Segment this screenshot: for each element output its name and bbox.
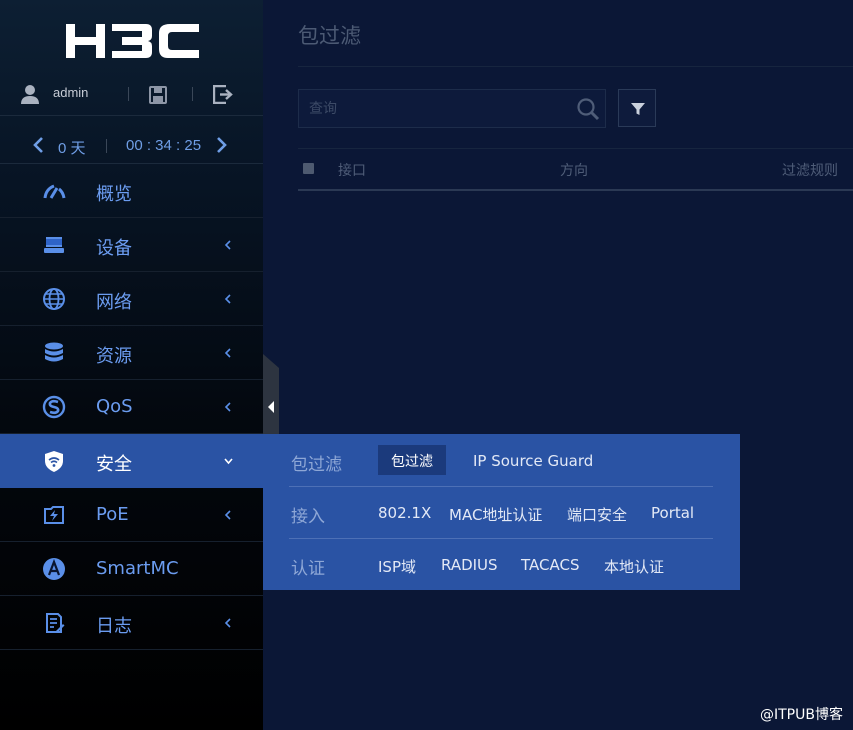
nav-label: SmartMC (96, 558, 179, 579)
search-icon[interactable] (576, 97, 600, 121)
submenu-item-mac-auth[interactable]: MAC地址认证 (449, 504, 542, 525)
database-icon (45, 342, 63, 362)
chevron-left-icon (224, 510, 231, 520)
nav-item-poe[interactable]: PoE (0, 488, 263, 542)
nav-label: 资源 (96, 346, 132, 367)
qos-icon (42, 395, 66, 419)
user-bar: admin (0, 74, 263, 116)
security-submenu: 包过滤 包过滤 IP Source Guard 接入 802.1X MAC地址认… (263, 434, 740, 590)
nav-label: 设备 (96, 238, 132, 259)
nav-label: 概览 (96, 184, 132, 205)
username[interactable]: admin (53, 85, 88, 100)
submenu-item-radius[interactable]: RADIUS (441, 556, 498, 574)
nav-item-device[interactable]: 设备 (0, 218, 263, 272)
device-icon (44, 237, 64, 253)
submenu-category: 接入 (291, 507, 325, 527)
chevron-down-icon (224, 458, 233, 465)
user-icon (21, 85, 39, 104)
shield-wifi-icon (45, 451, 63, 472)
nav-label: 安全 (96, 454, 132, 475)
submenu-category: 包过滤 (291, 455, 342, 475)
chevron-left-icon (224, 618, 231, 628)
column-header-direction[interactable]: 方向 (560, 160, 588, 180)
submenu-group-access: 接入 802.1X MAC地址认证 端口安全 Portal (263, 486, 740, 538)
nav-label: 网络 (96, 292, 132, 313)
log-icon (46, 613, 65, 633)
nav-label: 日志 (96, 616, 132, 637)
submenu-item-packet-filter[interactable]: 包过滤 (378, 445, 446, 475)
globe-icon (43, 288, 65, 310)
nav-item-security[interactable]: 安全 (0, 434, 263, 488)
nav-label: QoS (96, 396, 133, 417)
sidebar: admin 0 天 00 : 34 : 25 概览 设备 网络 资源 QoS 安… (0, 0, 263, 730)
search-box (298, 89, 606, 128)
h3c-logo (66, 24, 199, 58)
select-all-checkbox[interactable] (303, 163, 314, 174)
column-header-interface[interactable]: 接口 (338, 160, 366, 180)
table-header: 接口 方向 过滤规则 (298, 148, 853, 191)
logout-icon[interactable] (213, 85, 233, 104)
submenu-item-port-security[interactable]: 端口安全 (567, 504, 627, 525)
watermark: @ITPUB博客 (760, 707, 843, 723)
submenu-group-packet-filter: 包过滤 包过滤 IP Source Guard (263, 434, 740, 486)
chevron-left-icon[interactable] (32, 137, 44, 153)
poe-icon (44, 506, 64, 524)
divider (298, 66, 853, 67)
submenu-item-portal[interactable]: Portal (651, 504, 694, 522)
nav-item-qos[interactable]: QoS (0, 380, 263, 434)
nav-item-network[interactable]: 网络 (0, 272, 263, 326)
chevron-left-icon (224, 294, 231, 304)
save-icon[interactable] (149, 86, 167, 104)
submenu-item-tacacs[interactable]: TACACS (521, 556, 579, 574)
submenu-item-local-auth[interactable]: 本地认证 (604, 556, 664, 577)
nav-item-smartmc[interactable]: SmartMC (0, 542, 263, 596)
dashboard-gauge-icon (43, 184, 66, 199)
divider (128, 87, 129, 101)
filter-icon (631, 103, 645, 115)
session-timer: 0 天 00 : 34 : 25 (0, 126, 263, 164)
nav-item-overview[interactable]: 概览 (0, 164, 263, 218)
nav-label: PoE (96, 504, 129, 525)
main-content: 包过滤 接口 方向 过滤规则 (263, 0, 853, 730)
search-input[interactable] (299, 90, 569, 127)
page-title: 包过滤 (298, 24, 361, 48)
timer-clock: 00 : 34 : 25 (126, 137, 202, 154)
submenu-item-isp-domain[interactable]: ISP域 (378, 556, 416, 577)
chevron-left-icon (224, 240, 231, 250)
chevron-right-icon[interactable] (216, 137, 228, 153)
divider (106, 139, 107, 153)
nav-item-log[interactable]: 日志 (0, 596, 263, 650)
smartmc-icon (43, 558, 65, 580)
submenu-category: 认证 (291, 559, 325, 579)
submenu-item-dot1x[interactable]: 802.1X (378, 504, 431, 522)
column-header-filter-rule[interactable]: 过滤规则 (782, 160, 838, 180)
timer-days: 0 天 (58, 140, 86, 157)
submenu-item-ip-source-guard[interactable]: IP Source Guard (473, 452, 593, 470)
divider (192, 87, 193, 101)
submenu-group-auth: 认证 ISP域 RADIUS TACACS 本地认证 (263, 538, 740, 590)
chevron-left-icon (224, 402, 231, 412)
chevron-left-icon (224, 348, 231, 358)
filter-button[interactable] (618, 89, 656, 127)
main-nav: 概览 设备 网络 资源 QoS 安全 PoE SmartMC 日志 (0, 164, 263, 650)
nav-item-resource[interactable]: 资源 (0, 326, 263, 380)
